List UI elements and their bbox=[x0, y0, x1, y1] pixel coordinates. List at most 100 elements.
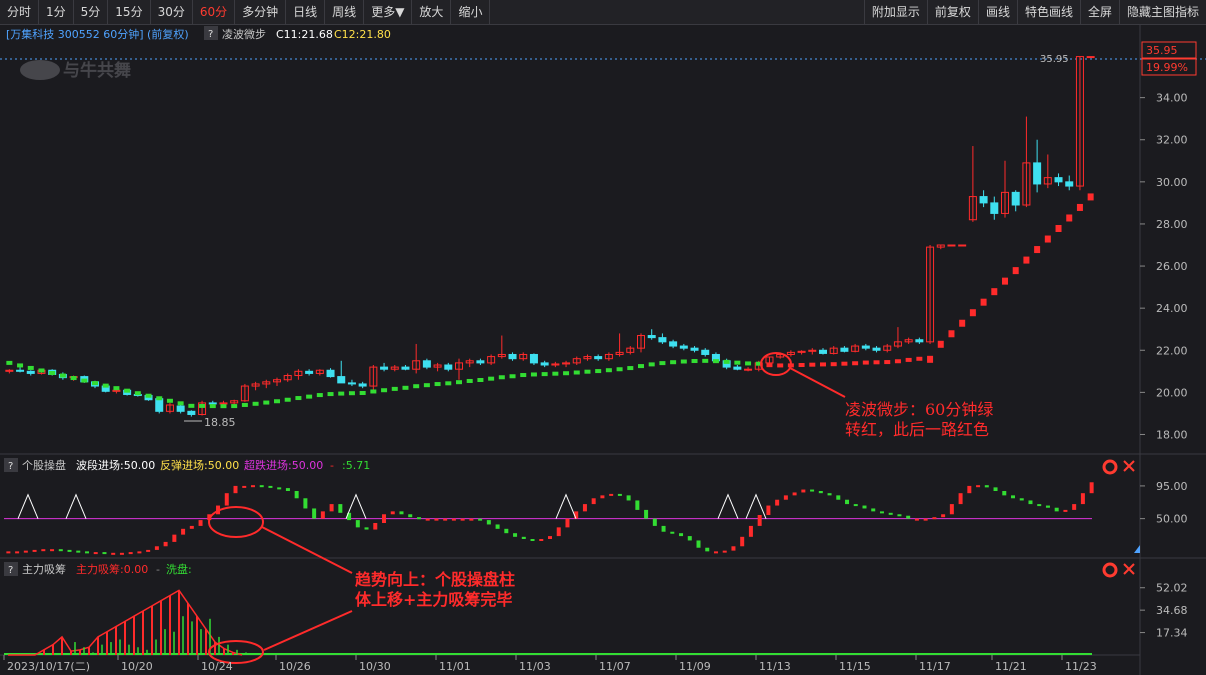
trend-dot bbox=[605, 368, 612, 373]
tab-9[interactable]: 更多▼ bbox=[364, 0, 413, 24]
tab-4[interactable]: 30分 bbox=[151, 0, 193, 24]
trend-dot bbox=[777, 363, 784, 368]
trend-dot bbox=[466, 378, 473, 383]
tab-6[interactable]: 多分钟 bbox=[235, 0, 287, 24]
toolbar-action-5[interactable]: 隐藏主图指标 bbox=[1118, 0, 1206, 24]
panel2-axis: 50.00 95.00 bbox=[4, 480, 1188, 526]
candle-body bbox=[701, 349, 710, 355]
panel3-label2: 洗盘: bbox=[166, 562, 192, 576]
trend-dot bbox=[70, 376, 77, 381]
p2-bar bbox=[530, 539, 535, 541]
trend-dot bbox=[1087, 193, 1094, 201]
trend-dot bbox=[92, 381, 98, 386]
candle-body bbox=[915, 339, 924, 343]
tab-11[interactable]: 缩小 bbox=[451, 0, 491, 24]
trend-dot bbox=[434, 382, 441, 387]
p2-bar bbox=[705, 547, 710, 552]
p2-bar bbox=[722, 550, 727, 553]
p2-bar bbox=[792, 492, 797, 496]
trend-dot bbox=[680, 359, 687, 364]
trend-dot bbox=[124, 388, 131, 393]
p2-bar bbox=[967, 485, 972, 494]
trend-dot bbox=[156, 396, 163, 401]
trend-dot bbox=[199, 403, 206, 408]
time-tick-label: 11/13 bbox=[759, 660, 791, 673]
panel2-close-icon[interactable] bbox=[1123, 460, 1135, 472]
p2-bar bbox=[495, 524, 500, 529]
candle-body bbox=[529, 353, 538, 364]
p2-bar bbox=[338, 504, 343, 513]
tab-7[interactable]: 日线 bbox=[286, 0, 326, 24]
chart-area[interactable]: [万集科技 300552 60分钟] (前复权) ? 凌波微步 C11:21.6… bbox=[0, 25, 1206, 675]
tab-2[interactable]: 5分 bbox=[74, 0, 109, 24]
p2-bar bbox=[871, 508, 876, 512]
candle-body bbox=[744, 368, 753, 371]
panel3-close-icon[interactable] bbox=[1123, 563, 1135, 575]
timeframe-tabs: 分时 1分 5分 15分 30分 60分 多分钟 日线 周线 更多▼ 放大 缩小 bbox=[0, 0, 491, 24]
p2-bar bbox=[775, 499, 780, 506]
trend-dot bbox=[541, 372, 548, 377]
panel2-settings-icon[interactable] bbox=[1102, 459, 1118, 475]
toolbar-action-0[interactable]: 附加显示 bbox=[863, 0, 927, 24]
high-price-label: 35.95 bbox=[1040, 54, 1069, 65]
panel2-resize-handle[interactable] bbox=[1134, 545, 1140, 553]
p2-bar bbox=[827, 493, 832, 496]
tab-10[interactable]: 放大 bbox=[412, 0, 452, 24]
p2-bar bbox=[582, 504, 587, 512]
trend-dot bbox=[702, 358, 709, 363]
p2-bar bbox=[670, 531, 675, 534]
trend-dot bbox=[348, 391, 355, 396]
p2-bar bbox=[687, 536, 692, 541]
annotation-mid-line1: 趋势向上：个股操盘柱 bbox=[355, 570, 515, 589]
last-pct-value: 19.99% bbox=[1146, 61, 1188, 74]
indicator-name: 凌波微步 bbox=[222, 27, 266, 41]
candle-body bbox=[337, 376, 346, 384]
p2-bar bbox=[23, 550, 28, 553]
trend-dot bbox=[937, 340, 944, 348]
tab-0[interactable]: 分时 bbox=[0, 0, 40, 24]
time-tick-label: 11/21 bbox=[995, 660, 1027, 673]
tab-8[interactable]: 周线 bbox=[325, 0, 365, 24]
tab-5[interactable]: 60分 bbox=[193, 0, 236, 24]
trend-dot bbox=[49, 371, 56, 375]
candle-body bbox=[679, 345, 688, 349]
p2-bar bbox=[853, 504, 858, 507]
p2-bar bbox=[373, 523, 378, 530]
price-tick-label: 32.00 bbox=[1156, 134, 1188, 147]
tab-1[interactable]: 1分 bbox=[39, 0, 74, 24]
trend-dot bbox=[969, 309, 976, 317]
trend-dot bbox=[627, 366, 634, 371]
candle-body bbox=[658, 337, 667, 343]
trend-dot bbox=[638, 364, 644, 369]
trend-dot bbox=[841, 361, 848, 366]
panel2-label3: 超跌进场:50.00 bbox=[244, 458, 323, 472]
toolbar-action-4[interactable]: 全屏 bbox=[1079, 0, 1119, 24]
trend-dot bbox=[894, 359, 901, 364]
trend-dot bbox=[306, 394, 313, 399]
annotation-circle bbox=[208, 506, 264, 538]
main-price-axis: 18.00 20.00 22.00 24.00 26.00 28.00 30.00 32.00… bbox=[1140, 92, 1188, 441]
toolbar-action-1[interactable]: 前复权 bbox=[926, 0, 978, 24]
candle-body bbox=[401, 366, 410, 370]
annotation-mid-line2: 体上移+主力吸筹完毕 bbox=[355, 590, 512, 609]
p2-bar bbox=[748, 525, 753, 537]
trend-dot bbox=[509, 374, 516, 379]
p2-bar bbox=[181, 528, 186, 535]
panel3-settings-icon[interactable] bbox=[1102, 562, 1118, 578]
toolbar-action-3[interactable]: 特色画线 bbox=[1016, 0, 1080, 24]
watermark-logo: 与牛共舞 bbox=[20, 60, 131, 81]
tab-3[interactable]: 15分 bbox=[108, 0, 151, 24]
p2-bar bbox=[312, 508, 317, 519]
p2-bar bbox=[469, 518, 474, 521]
toolbar-action-2[interactable]: 画线 bbox=[977, 0, 1017, 24]
trend-dot bbox=[113, 386, 120, 391]
p2-bar bbox=[102, 552, 107, 555]
candle-body bbox=[16, 369, 25, 372]
p2-bar bbox=[382, 514, 387, 523]
p2-bar bbox=[836, 495, 841, 500]
candle-body bbox=[1054, 177, 1063, 183]
candle-body bbox=[380, 366, 389, 370]
trend-dot bbox=[252, 401, 259, 406]
candle-body bbox=[861, 345, 870, 349]
trend-dot bbox=[402, 385, 409, 390]
